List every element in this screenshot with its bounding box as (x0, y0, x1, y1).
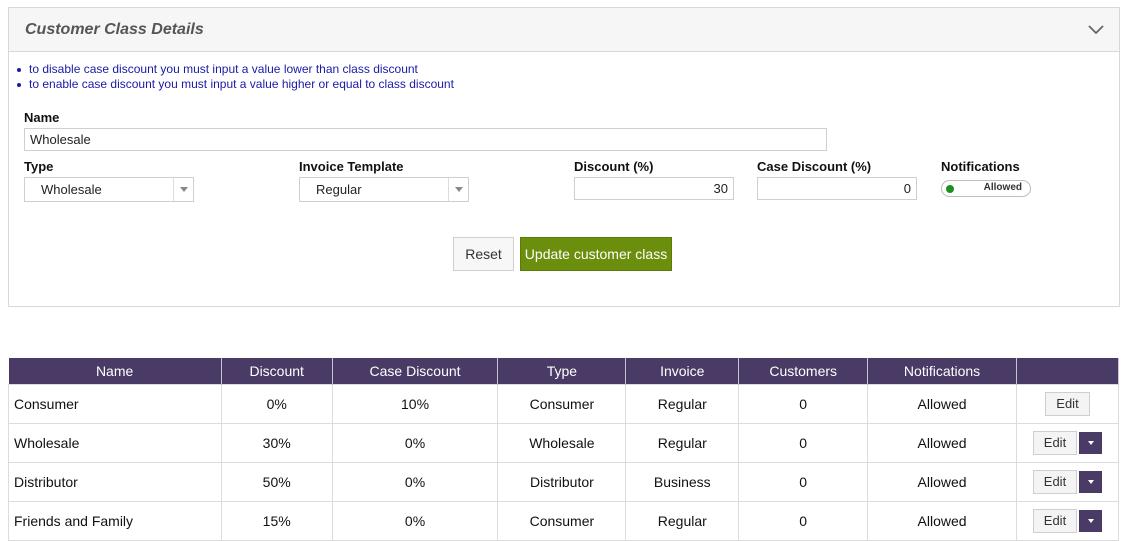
panel-title: Customer Class Details (25, 20, 204, 38)
table-header-row: Name Discount Case Discount Type Invoice… (8, 358, 1120, 384)
cell-actions: Edit (1015, 500, 1120, 541)
column-header-notifications[interactable]: Notifications (867, 358, 1017, 384)
row-actions: Edit (1032, 508, 1103, 533)
notifications-label: Notifications (941, 159, 1020, 174)
note-item: to disable case discount you must input … (15, 62, 1119, 77)
column-header-name[interactable]: Name (8, 358, 222, 384)
row-actions: Edit (1032, 430, 1103, 455)
cell-invoice: Regular (625, 383, 740, 424)
discount-label: Discount (%) (574, 159, 654, 174)
row-actions: Edit (1032, 469, 1103, 494)
cell-customers: 0 (738, 461, 869, 502)
table-row: Distributor 50% 0% Distributor Business … (8, 461, 1120, 502)
row-actions: Edit (1045, 391, 1090, 416)
toggle-status-dot (946, 185, 954, 193)
cell-customers: 0 (738, 500, 869, 541)
cell-actions: Edit (1015, 461, 1120, 502)
customer-class-panel: Customer Class Details to disable case d… (8, 7, 1120, 307)
cell-discount: 30% (220, 422, 333, 463)
column-header-actions (1016, 358, 1120, 384)
cell-invoice: Business (625, 461, 740, 502)
reset-button[interactable]: Reset (453, 237, 514, 271)
column-header-case-discount[interactable]: Case Discount (332, 358, 499, 384)
cell-actions: Edit (1015, 383, 1120, 424)
type-select-value: Wholesale (41, 182, 102, 197)
case-discount-label: Case Discount (%) (757, 159, 872, 174)
cell-customers: 0 (738, 422, 869, 463)
cell-case-discount: 10% (331, 383, 499, 424)
edit-button[interactable]: Edit (1032, 469, 1078, 494)
cell-customers: 0 (738, 383, 869, 424)
table-row: Consumer 0% 10% Consumer Regular 0 Allow… (8, 383, 1120, 424)
cell-type: Consumer (497, 500, 627, 541)
cell-discount: 15% (220, 500, 333, 541)
cell-type: Distributor (497, 461, 627, 502)
cell-discount: 50% (220, 461, 333, 502)
case-discount-input[interactable]: 0 (757, 177, 917, 200)
cell-name: Consumer (8, 383, 222, 424)
cell-notifications: Allowed (867, 500, 1017, 541)
cell-invoice: Regular (625, 500, 740, 541)
notifications-toggle[interactable]: Allowed (941, 180, 1031, 197)
invoice-template-value: Regular (316, 182, 362, 197)
note-item: to enable case discount you must input a… (15, 77, 1119, 92)
update-customer-class-button[interactable]: Update customer class (520, 237, 672, 271)
caret-down-icon[interactable] (1079, 509, 1103, 532)
edit-button[interactable]: Edit (1032, 508, 1078, 533)
customer-class-table: Name Discount Case Discount Type Invoice… (8, 358, 1120, 541)
cell-type: Consumer (497, 383, 627, 424)
table-row: Wholesale 30% 0% Wholesale Regular 0 All… (8, 422, 1120, 463)
column-header-type[interactable]: Type (497, 358, 627, 384)
column-header-invoice[interactable]: Invoice (625, 358, 740, 384)
table-row: Friends and Family 15% 0% Consumer Regul… (8, 500, 1120, 541)
invoice-template-label: Invoice Template (299, 159, 404, 174)
column-header-discount[interactable]: Discount (221, 358, 333, 384)
cell-notifications: Allowed (867, 422, 1017, 463)
invoice-template-select[interactable]: Regular (299, 177, 469, 202)
cell-actions: Edit (1015, 422, 1120, 463)
notes-list: to disable case discount you must input … (15, 62, 1119, 92)
cell-notifications: Allowed (867, 461, 1017, 502)
chevron-down-icon[interactable] (1087, 21, 1105, 39)
cell-case-discount: 0% (331, 461, 499, 502)
cell-notifications: Allowed (867, 383, 1017, 424)
cell-name: Distributor (8, 461, 222, 502)
cell-case-discount: 0% (331, 422, 499, 463)
toggle-text: Allowed (983, 182, 1022, 193)
discount-input[interactable]: 30 (574, 177, 734, 200)
name-label: Name (24, 110, 60, 125)
caret-down-icon[interactable] (1079, 470, 1103, 493)
edit-button[interactable]: Edit (1045, 391, 1090, 416)
dropdown-arrow-icon[interactable] (173, 178, 193, 201)
caret-down-icon[interactable] (1079, 431, 1103, 454)
column-header-customers[interactable]: Customers (738, 358, 869, 384)
edit-button[interactable]: Edit (1032, 430, 1078, 455)
name-input[interactable]: Wholesale (24, 128, 827, 151)
type-select[interactable]: Wholesale (24, 177, 194, 202)
cell-invoice: Regular (625, 422, 740, 463)
cell-type: Wholesale (497, 422, 627, 463)
cell-discount: 0% (220, 383, 333, 424)
cell-name: Friends and Family (8, 500, 222, 541)
panel-header[interactable]: Customer Class Details (9, 8, 1119, 52)
dropdown-arrow-icon[interactable] (448, 178, 468, 201)
cell-name: Wholesale (8, 422, 222, 463)
type-label: Type (24, 159, 54, 174)
cell-case-discount: 0% (331, 500, 499, 541)
